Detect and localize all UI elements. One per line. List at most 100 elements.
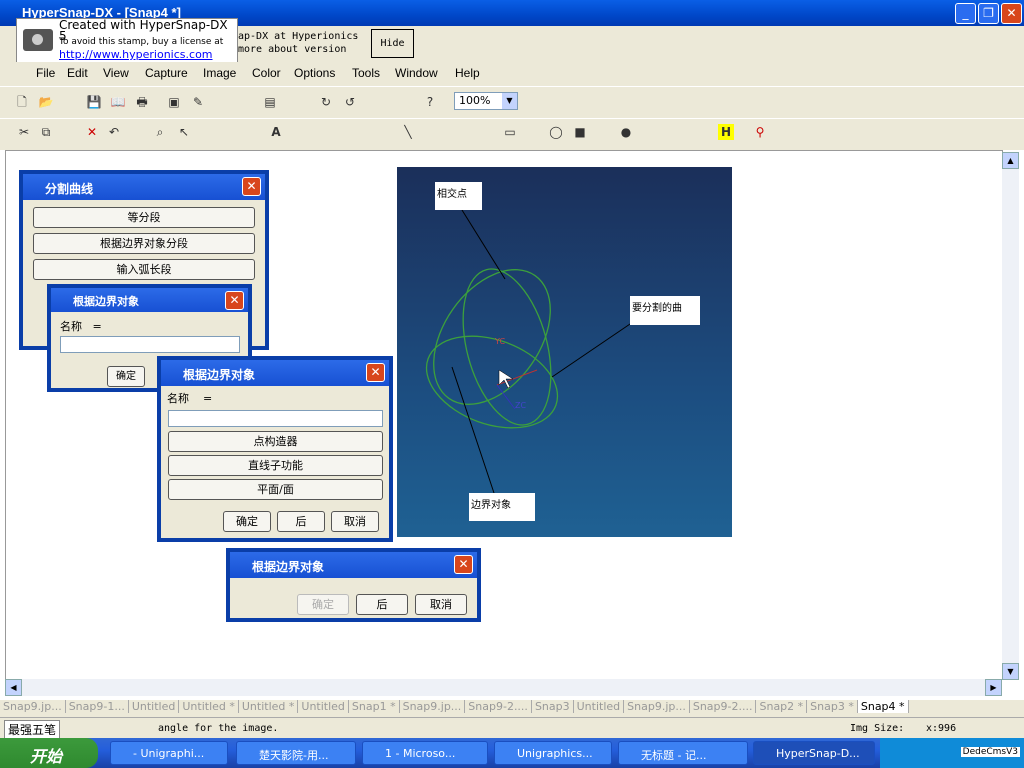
back-button[interactable]: 后 — [277, 511, 325, 532]
cad-viewport[interactable]: YC ZC 相交点 要分割的曲 边界对象 — [397, 167, 732, 537]
tab-snap[interactable]: Untitled — [128, 700, 180, 713]
hide-button[interactable]: Hide — [371, 29, 414, 58]
tab-snap[interactable]: Untitled — [573, 700, 625, 713]
equal-segments-button[interactable]: 等分段 — [33, 207, 255, 228]
menu-color[interactable]: Color — [252, 66, 281, 80]
close-icon[interactable]: ✕ — [242, 177, 261, 196]
scroll-down-icon[interactable]: ▼ — [1002, 663, 1019, 680]
delete-icon[interactable]: ✕ — [84, 124, 100, 140]
new-icon[interactable]: 🗋 — [14, 94, 30, 110]
plane-face-button[interactable]: 平面/面 — [168, 479, 383, 500]
vertical-scrollbar[interactable]: ▲ ▼ — [1002, 152, 1019, 680]
img-size-label: Img Size: — [850, 723, 905, 734]
dialog-split-curve-title: 分割曲线 ✕ — [23, 174, 265, 200]
tab-snap[interactable]: Snap1 * — [348, 700, 400, 713]
menu-edit[interactable]: Edit — [67, 66, 88, 80]
stamp-url[interactable]: http://www.hyperionics.com — [59, 49, 213, 60]
tools-icon[interactable]: ✎ — [190, 94, 206, 110]
maximize-button[interactable]: ❐ — [978, 3, 999, 24]
close-icon[interactable]: ✕ — [454, 555, 473, 574]
text-icon[interactable]: A — [268, 124, 284, 140]
ime-indicator[interactable]: 最强五笔 — [4, 720, 61, 739]
task-unigraphics-2[interactable]: Unigraphics... — [494, 741, 612, 765]
rect-icon[interactable]: ▭ — [502, 124, 518, 140]
scroll-up-icon[interactable]: ▲ — [1002, 152, 1019, 169]
menu-options[interactable]: Options — [294, 66, 335, 80]
tab-snap[interactable]: Snap3 * — [807, 700, 858, 713]
name-input[interactable] — [60, 336, 240, 353]
ok-button[interactable]: 确定 — [107, 366, 145, 387]
filled-rect-icon[interactable]: ■ — [572, 124, 588, 140]
zoom-select[interactable]: 100% ▼ — [454, 92, 518, 110]
horizontal-scrollbar[interactable]: ◀ ▶ — [5, 679, 1002, 696]
tab-snap[interactable]: Snap9.jp... — [399, 700, 466, 713]
scroll-left-icon[interactable]: ◀ — [5, 679, 22, 696]
open-icon[interactable]: 📂 — [38, 94, 54, 110]
close-icon[interactable]: ✕ — [366, 363, 385, 382]
axis-yc-label: YC — [495, 337, 506, 346]
window-icon[interactable]: ▤ — [262, 94, 278, 110]
rotate-icon[interactable]: ↻ — [318, 94, 334, 110]
cancel-button[interactable]: 取消 — [331, 511, 379, 532]
arc-length-button[interactable]: 输入弧长段 — [33, 259, 255, 280]
book-icon[interactable]: 📖 — [110, 94, 126, 110]
cancel-button[interactable]: 取消 — [415, 594, 467, 615]
ellipse-icon[interactable]: ◯ — [548, 124, 564, 140]
menu-tools[interactable]: Tools — [352, 66, 380, 80]
pointer-icon[interactable]: ↖ — [176, 124, 192, 140]
help-icon[interactable]: ? — [422, 94, 438, 110]
task-browser[interactable]: 楚天影院-用... — [236, 741, 356, 765]
back-button[interactable]: 后 — [356, 594, 408, 615]
task-notepad[interactable]: 无标题 - 记... — [618, 741, 748, 765]
copy-icon[interactable]: ⧉ — [38, 124, 54, 140]
by-boundary-button[interactable]: 根据边界对象分段 — [33, 233, 255, 254]
tray-label: DedeCmsV3 — [960, 747, 1020, 757]
ok-button[interactable]: 确定 — [223, 511, 271, 532]
task-microsoft[interactable]: 1 - Microso... — [362, 741, 488, 765]
line-subfunction-button[interactable]: 直线子功能 — [168, 455, 383, 476]
tab-snap[interactable]: Snap9-2.... — [689, 700, 757, 713]
menu-image[interactable]: Image — [203, 66, 236, 80]
menu-window[interactable]: Window — [395, 66, 438, 80]
close-icon[interactable]: ✕ — [225, 291, 244, 310]
scroll-right-icon[interactable]: ▶ — [985, 679, 1002, 696]
menu-capture[interactable]: Capture — [145, 66, 188, 80]
tab-snap[interactable]: Snap9.jp... — [624, 700, 690, 713]
name-input[interactable] — [168, 410, 383, 427]
tab-snap[interactable]: Snap3 — [531, 700, 574, 713]
tab-snap[interactable]: Snap9-1... — [65, 700, 129, 713]
start-button[interactable]: 开始 — [0, 738, 98, 768]
stamp-icon[interactable]: ⚲ — [752, 124, 768, 140]
zoom-icon[interactable]: ⌕ — [152, 124, 168, 140]
task-unigraphics-1[interactable]: - Unigraphi... — [110, 741, 228, 765]
tab-snap[interactable]: Untitled * — [179, 700, 239, 713]
save-icon[interactable]: 💾 — [86, 94, 102, 110]
tab-snap[interactable]: Snap9.jp... — [0, 700, 66, 713]
line-icon[interactable]: ╲ — [400, 124, 416, 140]
highlight-icon[interactable]: H — [718, 124, 734, 140]
print-icon[interactable]: 🖶 — [134, 94, 150, 110]
note-curve-to-split: 要分割的曲 — [630, 296, 700, 325]
minimize-button[interactable]: _ — [955, 3, 976, 24]
filled-ellipse-icon[interactable]: ● — [618, 124, 634, 140]
tab-snap4-active[interactable]: Snap4 * — [857, 700, 909, 713]
stamp-box: Created with HyperSnap-DX 5 To avoid thi… — [16, 18, 238, 64]
undo-icon[interactable]: ↺ — [342, 94, 358, 110]
menu-view[interactable]: View — [103, 66, 129, 80]
cut-icon[interactable]: ✂ — [16, 124, 32, 140]
dialog-boundary-confirm-title: 根据边界对象 ✕ — [230, 552, 477, 578]
tab-snap[interactable]: Untitled * — [238, 700, 299, 713]
task-hypersnap[interactable]: HyperSnap-D... — [753, 741, 875, 765]
point-constructor-button[interactable]: 点构造器 — [168, 431, 383, 452]
info-text: ap-DX at Hyperionics more about version — [238, 31, 359, 55]
undo-draw-icon[interactable]: ↶ — [106, 124, 122, 140]
menu-file[interactable]: File — [36, 66, 55, 80]
ok-button[interactable]: 确定 — [297, 594, 349, 615]
menu-help[interactable]: Help — [455, 66, 480, 80]
tab-snap[interactable]: Untitled — [298, 700, 349, 713]
dialog-boundary-small-title: 根据边界对象 ✕ — [51, 288, 248, 312]
tab-snap[interactable]: Snap2 * — [756, 700, 808, 713]
capture-icon[interactable]: ▣ — [166, 94, 182, 110]
close-button[interactable]: ✕ — [1001, 3, 1022, 24]
tab-snap[interactable]: Snap9-2.... — [465, 700, 532, 713]
